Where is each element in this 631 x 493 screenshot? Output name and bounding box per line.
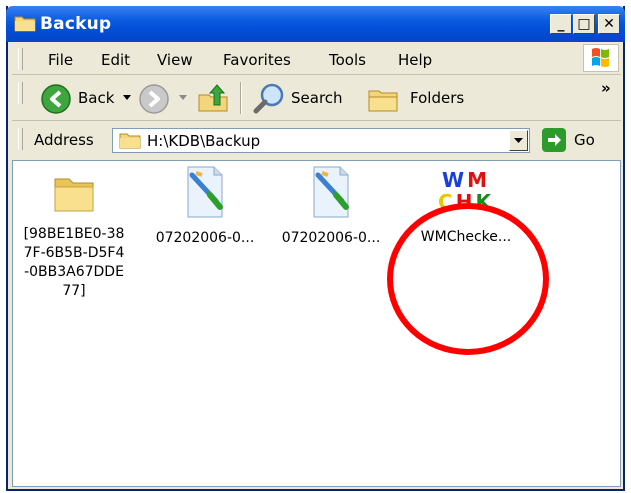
menu-bar: File Edit View Favorites Tools Help	[12, 42, 621, 75]
close-button[interactable]: ✕	[598, 14, 620, 34]
search-icon[interactable]	[252, 82, 286, 116]
back-dropdown-icon[interactable]	[122, 94, 132, 102]
minimize-button[interactable]: _	[550, 14, 572, 34]
paint-file-icon	[313, 166, 349, 218]
back-arrow-icon[interactable]	[40, 83, 72, 115]
toolbar-chevron-icon[interactable]: »	[601, 79, 611, 97]
standard-toolbar: Back Search Folders »	[12, 76, 621, 121]
file-name-line: -0BB3A67DDE	[24, 264, 124, 280]
address-input[interactable]: H:\KDB\Backup	[112, 128, 530, 153]
forward-dropdown-icon[interactable]	[178, 94, 188, 102]
window-title: Backup	[40, 14, 112, 34]
folders-label[interactable]: Folders	[410, 89, 464, 107]
toolbar-separator	[240, 82, 242, 114]
toolbar-grip[interactable]	[18, 82, 23, 104]
file-item-folder[interactable]: [98BE1BE0-38 7F-6B5B-D5F4 -0BB3A67DDE 77…	[9, 171, 139, 301]
forward-arrow-icon[interactable]	[138, 83, 170, 115]
search-label[interactable]: Search	[291, 89, 343, 107]
menu-edit[interactable]: Edit	[101, 51, 130, 69]
back-label[interactable]: Back	[78, 89, 114, 107]
menu-help[interactable]: Help	[398, 51, 432, 69]
wmchk-icon-top: WM	[442, 168, 490, 192]
file-name: 07202006-0...	[281, 230, 381, 246]
menu-favorites[interactable]: Favorites	[223, 51, 291, 69]
menu-view[interactable]: View	[157, 51, 193, 69]
windows-logo	[583, 44, 619, 72]
go-arrow-icon	[548, 134, 561, 146]
file-item-image-1[interactable]: 07202006-0...	[140, 165, 270, 248]
maximize-button[interactable]: □	[573, 14, 595, 34]
address-bar: Address H:\KDB\Backup Go	[12, 122, 621, 158]
go-button[interactable]	[542, 128, 566, 152]
go-label[interactable]: Go	[574, 131, 595, 149]
menu-grip[interactable]	[18, 48, 23, 70]
menu-file[interactable]: File	[48, 51, 73, 69]
menu-tools[interactable]: Tools	[329, 51, 366, 69]
address-label: Address	[34, 131, 94, 149]
file-item-image-2[interactable]: 07202006-0...	[266, 165, 396, 248]
address-grip[interactable]	[18, 128, 23, 150]
folders-icon[interactable]	[366, 83, 400, 115]
chevron-down-icon	[514, 138, 523, 143]
title-bar[interactable]: Backup _ □ ✕	[6, 6, 625, 42]
address-value: H:\KDB\Backup	[147, 132, 261, 150]
file-name: [98BE1BE0-38 7F-6B5B-D5F4 -0BB3A67DDE 77…	[9, 225, 139, 301]
up-folder-icon[interactable]	[196, 81, 230, 115]
file-name-line: [98BE1BE0-38	[23, 226, 125, 242]
folder-icon	[119, 133, 141, 149]
windows-flag-icon	[592, 48, 609, 67]
file-name-line: 7F-6B5B-D5F4	[23, 245, 125, 261]
file-name: 07202006-0...	[155, 230, 255, 246]
folder-icon	[14, 16, 36, 32]
address-dropdown-button[interactable]	[509, 130, 528, 151]
highlight-circle	[387, 203, 549, 355]
paint-file-icon	[187, 166, 223, 218]
file-name-line: 77]	[62, 283, 86, 299]
folder-icon	[54, 178, 94, 212]
